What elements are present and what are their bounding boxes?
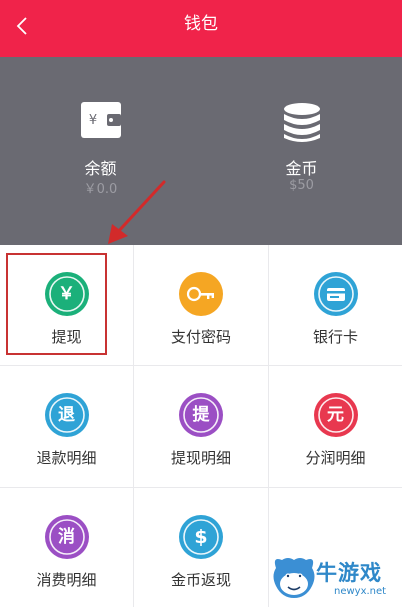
mascot-icon — [273, 558, 315, 598]
menu-label: 退款明细 — [36, 449, 97, 467]
refund-icon: 退 — [44, 393, 89, 437]
menu-item-withdraw[interactable]: ￥ 提现 — [0, 245, 133, 365]
coin-value: $50 — [289, 178, 314, 193]
wallet-summary: ¥ 余额 ￥0.0 金币 $50 — [0, 57, 402, 245]
coin-label: 金币 — [285, 159, 318, 178]
watermark-url: newyx.net — [334, 586, 387, 597]
yen-icon: ￥ — [44, 272, 89, 316]
menu-label: 银行卡 — [312, 328, 358, 346]
withdraw-detail-icon: 提 — [179, 393, 223, 437]
watermark-logo: 牛游戏 newyx.net — [270, 552, 402, 607]
menu-label: 金币返现 — [170, 571, 231, 589]
yuan-icon: 元 — [313, 393, 358, 437]
wallet-icon: ¥ — [80, 102, 121, 142]
menu-item-pay-password[interactable]: 支付密码 — [134, 245, 268, 365]
menu-label: 消费明细 — [36, 571, 97, 589]
page-title: 钱包 — [184, 14, 218, 34]
menu-label: 提现 — [51, 328, 82, 346]
menu-label: 分润明细 — [305, 449, 366, 467]
menu-label: 支付密码 — [170, 328, 231, 346]
dollar-icon: $ — [179, 515, 223, 559]
menu-item-refund-detail[interactable]: 退 退款明细 — [0, 366, 133, 487]
header-bar: 钱包 — [0, 0, 402, 57]
coin-stack-icon — [283, 102, 321, 148]
balance-summary[interactable]: ¥ 余额 ￥0.0 — [0, 57, 201, 245]
key-icon — [179, 272, 223, 316]
menu-item-bank-card[interactable]: 银行卡 — [269, 245, 402, 365]
balance-label: 余额 — [84, 159, 117, 178]
menu-item-coin-cashback[interactable]: $ 金币返现 — [134, 488, 268, 607]
menu-label: 提现明细 — [170, 449, 231, 467]
consume-icon: 消 — [44, 515, 89, 559]
watermark-text: 牛游戏 — [316, 561, 382, 585]
menu-item-consume-detail[interactable]: 消 消费明细 — [0, 488, 133, 607]
card-icon — [313, 272, 358, 316]
menu-item-withdraw-detail[interactable]: 提 提现明细 — [134, 366, 268, 487]
menu-item-profit-detail[interactable]: 元 分润明细 — [269, 366, 402, 487]
svg-text:¥: ¥ — [88, 113, 96, 128]
coin-summary[interactable]: 金币 $50 — [201, 57, 402, 245]
balance-value: ￥0.0 — [83, 182, 118, 197]
